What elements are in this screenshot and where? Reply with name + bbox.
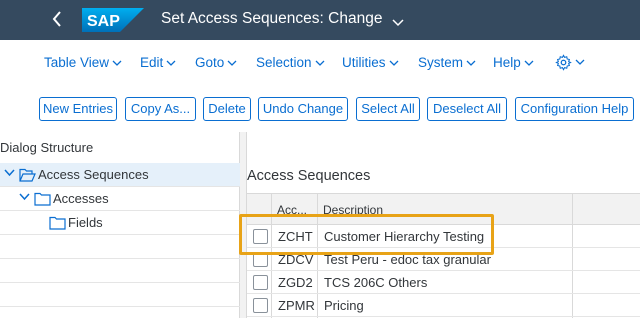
table-row[interactable]: ZDCV Test Peru - edoc tax granular <box>247 248 640 271</box>
access-cell: ZPMR <box>278 298 315 313</box>
tree-empty-row <box>0 283 240 307</box>
chevron-down-icon <box>227 60 237 66</box>
table-row[interactable]: ZGD2 TCS 206C Others <box>247 271 640 294</box>
chevron-down-icon[interactable] <box>392 14 404 32</box>
row-select-checkbox[interactable] <box>253 275 268 290</box>
table-header: Acc... Description <box>247 193 640 225</box>
chevron-down-icon[interactable] <box>4 169 15 177</box>
dialog-structure-title: Dialog Structure <box>0 140 94 155</box>
menu-goto[interactable]: Goto <box>195 55 237 71</box>
tree-node-access-sequences[interactable]: Access Sequences <box>0 163 240 187</box>
menu-table-view[interactable]: Table View <box>44 55 122 71</box>
back-icon[interactable] <box>47 8 67 30</box>
tree-node-fields[interactable]: Fields <box>0 211 240 235</box>
open-folder-icon <box>19 168 36 182</box>
menu-selection[interactable]: Selection <box>256 55 325 71</box>
deselect-all-button[interactable]: Deselect All <box>427 97 507 121</box>
description-cell: Test Peru - edoc tax granular <box>324 252 491 267</box>
folder-icon <box>49 216 66 230</box>
toolbar: New Entries Copy As... Delete Undo Chang… <box>0 86 640 132</box>
access-cell: ZDCV <box>278 252 314 267</box>
chevron-down-icon <box>524 60 534 66</box>
access-cell: ZCHT <box>278 229 313 244</box>
tree-node-accesses[interactable]: Accesses <box>0 187 240 211</box>
column-header-description[interactable]: Description <box>323 203 383 217</box>
configuration-help-button[interactable]: Configuration Help <box>515 97 634 121</box>
access-cell: ZGD2 <box>278 275 313 290</box>
menu-utilities[interactable]: Utilities <box>342 55 399 71</box>
chevron-down-icon <box>315 60 325 66</box>
settings-menu[interactable] <box>552 54 585 71</box>
sap-logo[interactable]: SAP <box>82 8 144 32</box>
row-select-checkbox[interactable] <box>253 229 268 244</box>
chevron-down-icon[interactable] <box>19 193 30 201</box>
copy-as-button[interactable]: Copy As... <box>125 97 196 121</box>
description-cell: Customer Hierarchy Testing <box>324 229 485 244</box>
gear-icon <box>555 54 572 71</box>
menu-bar: Table View Edit Goto Selection Utilities… <box>0 40 640 86</box>
row-select-checkbox[interactable] <box>253 298 268 313</box>
undo-change-button[interactable]: Undo Change <box>258 97 348 121</box>
tree-empty-row <box>0 235 240 259</box>
tree-node-label: Accesses <box>53 191 109 206</box>
menu-system[interactable]: System <box>418 55 476 71</box>
tree-node-label: Fields <box>68 215 103 230</box>
menu-label: Help <box>493 55 521 70</box>
description-cell: Pricing <box>324 298 364 313</box>
table-row[interactable]: ZPMR Pricing <box>247 294 640 317</box>
menu-edit[interactable]: Edit <box>140 55 176 71</box>
menu-label: Utilities <box>342 55 386 70</box>
panel-title: Access Sequences <box>247 168 371 184</box>
column-header-access[interactable]: Acc... <box>277 203 307 217</box>
chevron-down-icon <box>166 60 176 66</box>
chevron-down-icon <box>575 59 585 65</box>
shell-bar: SAP Set Access Sequences: Change <box>0 0 640 40</box>
menu-label: Edit <box>140 55 164 70</box>
access-sequences-panel: Access Sequences Acc... Description ZCHT… <box>247 132 640 318</box>
chevron-down-icon <box>112 60 122 66</box>
row-select-checkbox[interactable] <box>253 252 268 267</box>
dialog-structure-panel: Dialog Structure Access Sequences Access… <box>0 132 240 318</box>
tree-empty-row <box>0 259 240 283</box>
chevron-down-icon <box>389 60 398 66</box>
panel-splitter[interactable] <box>240 132 247 318</box>
description-cell: TCS 206C Others <box>324 275 428 290</box>
menu-help[interactable]: Help <box>493 55 534 71</box>
app-title[interactable]: Set Access Sequences: Change <box>161 9 382 29</box>
menu-label: System <box>418 55 464 70</box>
menu-label: Goto <box>195 55 225 70</box>
sap-logo-text: SAP <box>87 13 120 30</box>
folder-icon <box>34 192 51 206</box>
select-all-button[interactable]: Select All <box>356 97 420 121</box>
chevron-down-icon <box>466 60 476 66</box>
menu-label: Table View <box>44 55 110 70</box>
menu-label: Selection <box>256 55 312 70</box>
tree-node-label: Access Sequences <box>38 167 149 182</box>
delete-button[interactable]: Delete <box>203 97 251 121</box>
table-row[interactable]: ZCHT Customer Hierarchy Testing <box>247 225 640 248</box>
new-entries-button[interactable]: New Entries <box>39 97 117 121</box>
